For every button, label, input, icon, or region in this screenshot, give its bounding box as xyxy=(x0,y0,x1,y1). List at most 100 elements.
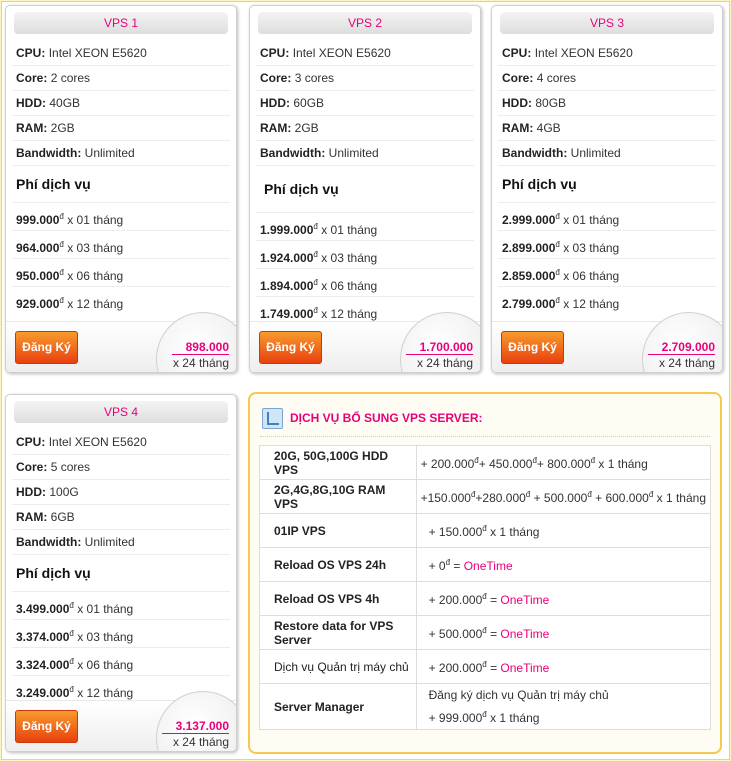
card-footer: Đăng Ký 898.000 x 24 tháng xyxy=(6,312,236,372)
service-price-cell: +150.000đ+280.000đ + 500.000đ + 600.000đ… xyxy=(415,479,712,514)
spec-label: Bandwidth: xyxy=(16,146,82,160)
service-price: +150.000đ+280.000đ + 500.000đ + 600.000đ… xyxy=(421,485,706,508)
price-term: x 01 tháng xyxy=(67,213,124,227)
price-term: x 06 tháng xyxy=(77,658,134,672)
extra-services-table: 20G, 50G,100G HDD VPS + 200.000đ+ 450.00… xyxy=(259,445,712,730)
price-row: 1.894.000đ x 06 tháng xyxy=(256,268,474,296)
price-amount: 929.000 xyxy=(16,297,60,311)
spec-cpu: CPU: Intel XEON E5620 xyxy=(256,41,474,66)
spec-value: 80GB xyxy=(535,96,567,110)
spec-label: CPU: xyxy=(16,46,46,60)
spec-label: RAM: xyxy=(16,121,48,135)
register-button[interactable]: Đăng Ký xyxy=(501,331,564,364)
plan-title: VPS 4 xyxy=(14,401,228,423)
spec-ram: RAM: 4GB xyxy=(498,116,716,141)
price-amount: 1.924.000 xyxy=(260,251,314,265)
onetime-label: OneTime xyxy=(500,593,550,607)
register-button[interactable]: Đăng Ký xyxy=(15,710,78,743)
vps-plan-card: VPS 3 CPU: Intel XEON E5620 Core: 4 cores H… xyxy=(491,5,723,373)
service-price-cell: + 500.000đ = OneTime xyxy=(415,615,712,650)
spec-label: Core: xyxy=(16,71,48,85)
register-button[interactable]: Đăng Ký xyxy=(15,331,78,364)
service-price-part: + 450.000 xyxy=(478,457,533,471)
vps-plan-card: VPS 4 CPU: Intel XEON E5620 Core: 5 cores H… xyxy=(5,394,237,752)
spec-label: HDD: xyxy=(502,96,532,110)
spec-value: Unlimited xyxy=(328,146,379,160)
price-amount: 2.999.000 xyxy=(502,213,556,227)
divider xyxy=(260,436,710,437)
price-term: x 03 tháng xyxy=(321,251,378,265)
extra-services-panel: DỊCH VỤ BỔ SUNG VPS SERVER: 20G, 50G,100… xyxy=(248,392,722,754)
service-price-part: x 1 tháng xyxy=(653,491,706,505)
spec-label: Core: xyxy=(16,460,48,474)
price-row: 2.859.000đ x 06 tháng xyxy=(498,258,716,286)
total-price-badge: 2.709.000 x 24 tháng xyxy=(642,312,722,372)
service-price: + 500.000đ = OneTime xyxy=(421,621,706,644)
price-term: x 03 tháng xyxy=(563,241,620,255)
spec-ram: RAM: 2GB xyxy=(12,116,230,141)
price-amount: 964.000 xyxy=(16,241,60,255)
price-term: x 01 tháng xyxy=(563,213,620,227)
service-row: Reload OS VPS 4h + 200.000đ = OneTime xyxy=(259,581,712,616)
price-amount: 3.374.000 xyxy=(16,630,70,644)
currency-symbol: đ xyxy=(313,306,318,315)
document-edit-icon xyxy=(262,408,283,429)
spec-value: 6GB xyxy=(50,510,75,524)
spec-label: Core: xyxy=(260,71,292,85)
service-price-part: + 500.000 xyxy=(428,627,483,641)
currency-symbol: đ xyxy=(59,240,64,249)
service-price-part: + 150.000 xyxy=(428,525,483,539)
spec-hdd: HDD: 80GB xyxy=(498,91,716,116)
spec-value: Unlimited xyxy=(570,146,621,160)
price-term: x 12 tháng xyxy=(67,297,124,311)
service-price-part: = xyxy=(450,559,464,573)
service-price-part: x 1 tháng xyxy=(486,711,540,725)
service-price-part: +150.000 xyxy=(420,491,471,505)
total-term: x 24 tháng xyxy=(416,356,473,370)
spec-label: Bandwidth: xyxy=(260,146,326,160)
price-term: x 01 tháng xyxy=(321,223,378,237)
spec-label: RAM: xyxy=(502,121,534,135)
service-price: + 0đ = OneTime xyxy=(421,553,706,576)
price-term: x 06 tháng xyxy=(67,269,124,283)
plan-title: VPS 3 xyxy=(500,12,714,34)
currency-symbol: đ xyxy=(555,240,560,249)
service-price: + 999.000đ x 1 tháng xyxy=(421,705,706,728)
price-term: x 12 tháng xyxy=(563,297,620,311)
spec-label: CPU: xyxy=(260,46,290,60)
price-row: 3.499.000đ x 01 tháng xyxy=(12,591,230,619)
register-button[interactable]: Đăng Ký xyxy=(259,331,322,364)
total-price: 898.000 xyxy=(171,340,229,355)
spec-ram: RAM: 2GB xyxy=(256,116,474,141)
spec-hdd: HDD: 40GB xyxy=(12,91,230,116)
price-amount: 1.749.000 xyxy=(260,307,314,321)
currency-symbol: đ xyxy=(555,212,560,221)
service-price-part: + 800.000 xyxy=(536,457,591,471)
service-price-part: + 0 xyxy=(428,559,446,573)
total-price: 2.709.000 xyxy=(647,340,715,355)
spec-label: HDD: xyxy=(16,96,46,110)
service-name: Reload OS VPS 24h xyxy=(259,547,417,582)
service-price-part: = xyxy=(486,661,501,675)
price-term: x 06 tháng xyxy=(321,279,378,293)
spec-hdd: HDD: 100G xyxy=(12,480,230,505)
price-amount: 1.999.000 xyxy=(260,223,314,237)
spec-value: 4 cores xyxy=(536,71,577,85)
spec-cpu: CPU: Intel XEON E5620 xyxy=(12,430,230,455)
plan-title: VPS 2 xyxy=(258,12,472,34)
price-term: x 03 tháng xyxy=(77,630,134,644)
spec-value: Intel XEON E5620 xyxy=(48,46,147,60)
service-price-cell: + 150.000đ x 1 tháng xyxy=(415,513,712,548)
service-note: Đăng ký dịch vụ Quản trị máy chủ xyxy=(428,688,609,702)
total-price-badge: 1.700.000 x 24 tháng xyxy=(400,312,480,372)
service-row: Dịch vụ Quản trị máy chủ + 200.000đ = On… xyxy=(259,649,712,684)
spec-cpu: CPU: Intel XEON E5620 xyxy=(12,41,230,66)
service-row: 20G, 50G,100G HDD VPS + 200.000đ+ 450.00… xyxy=(259,445,712,480)
price-term: x 01 tháng xyxy=(77,602,134,616)
price-row: 1.924.000đ x 03 tháng xyxy=(256,240,474,268)
service-price-cell: + 200.000đ+ 450.000đ+ 800.000đ x 1 tháng xyxy=(415,445,712,480)
spec-hdd: HDD: 60GB xyxy=(256,91,474,116)
spec-label: CPU: xyxy=(502,46,532,60)
card-footer: Đăng Ký 2.709.000 x 24 tháng xyxy=(492,312,722,372)
currency-symbol: đ xyxy=(59,268,64,277)
